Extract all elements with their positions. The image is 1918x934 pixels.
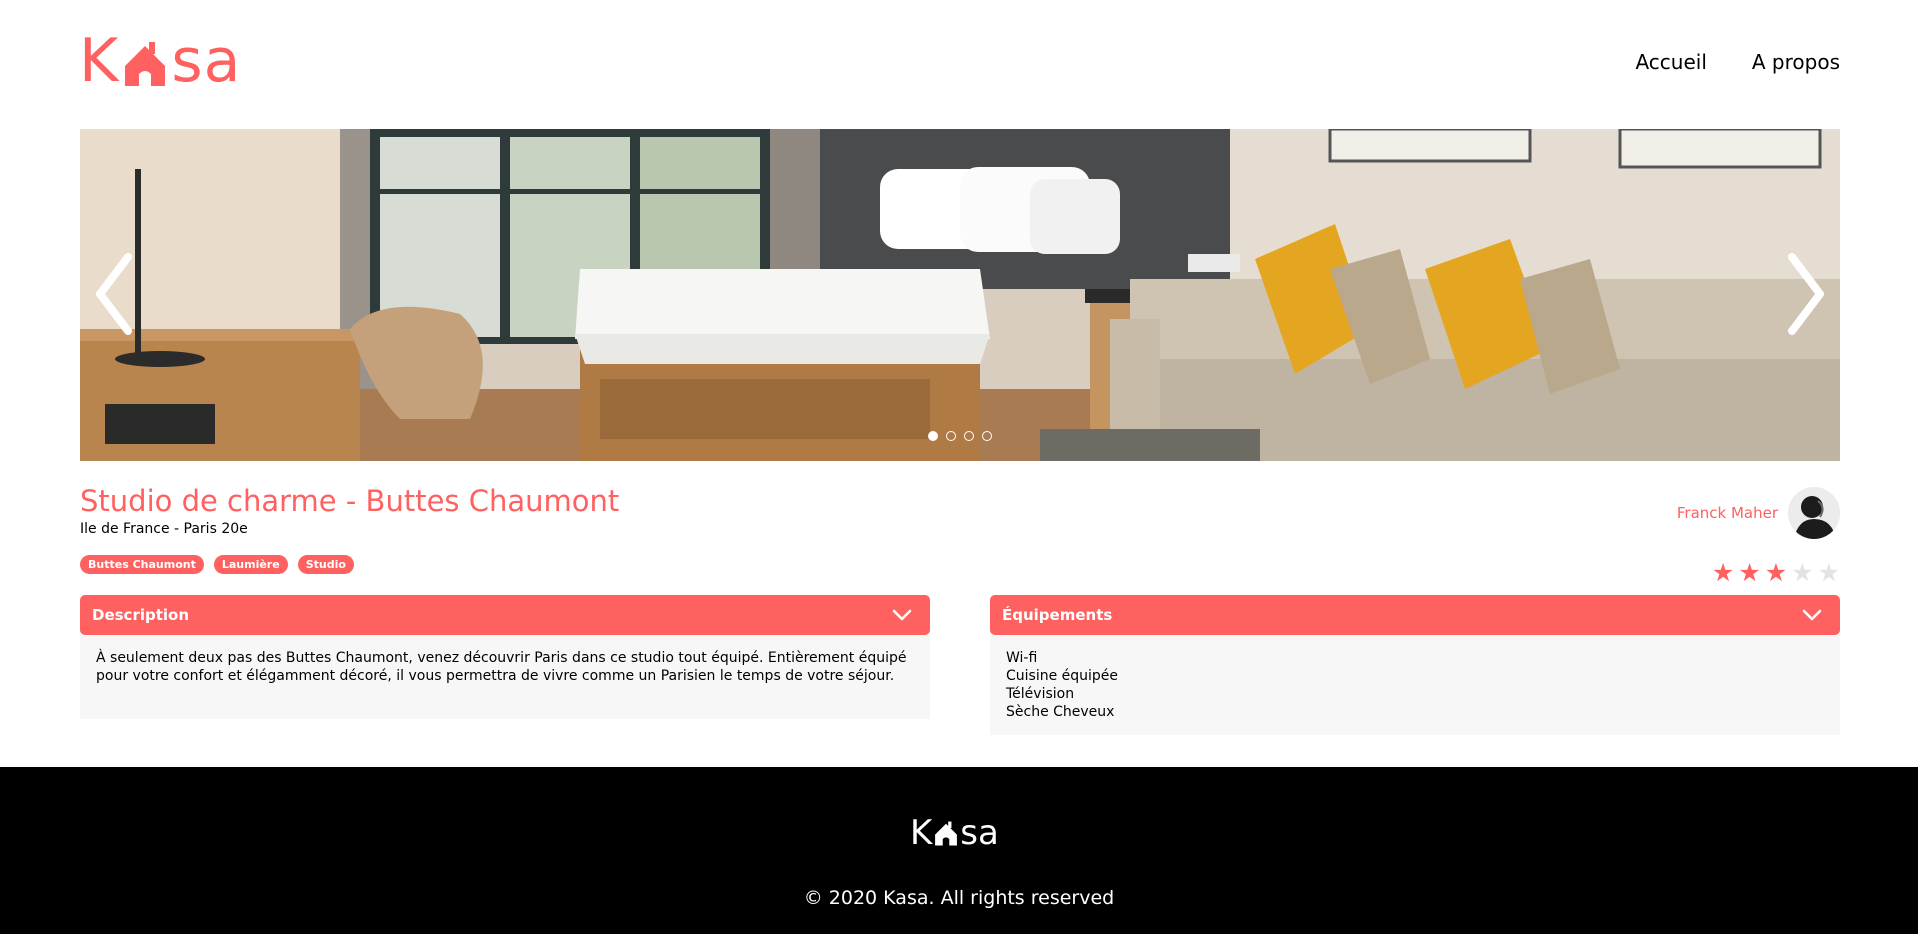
chevron-down-icon[interactable]: [892, 609, 912, 621]
apartment-photo: [80, 129, 1840, 461]
chevron-down-icon[interactable]: [1802, 609, 1822, 621]
carousel-dot[interactable]: [946, 431, 956, 441]
star-icon: ★: [1817, 558, 1840, 587]
footer-logo: K sa: [910, 813, 999, 853]
description-toggle[interactable]: Description: [80, 595, 930, 635]
host-name: Franck Maher: [1676, 504, 1778, 522]
carousel-dot[interactable]: [928, 431, 938, 441]
equipment-item: Wi-fi: [1006, 650, 1038, 666]
main-nav: Accueil A propos: [1635, 50, 1840, 74]
footer-logo-letter-k: K: [910, 813, 933, 853]
tag: Studio: [297, 555, 354, 574]
listing-title: Studio de charme - Buttes Chaumont: [80, 484, 620, 518]
photo-carousel: [80, 129, 1840, 461]
nav-link-accueil[interactable]: Accueil: [1635, 50, 1706, 74]
copyright-text: © 2020 Kasa. All rights reserved: [803, 887, 1115, 909]
tag: Laumière: [213, 555, 288, 574]
equipments-list: Wi-fi Cuisine équipée Télévision Sèche C…: [990, 635, 1840, 735]
kasa-logo[interactable]: K sa: [79, 26, 242, 96]
nav-link-a-propos[interactable]: A propos: [1752, 50, 1840, 74]
equipment-item: Cuisine équipée: [1006, 668, 1119, 684]
tag-list: Buttes Chaumont Laumière Studio: [80, 555, 354, 574]
equipment-item: Télévision: [1006, 686, 1075, 702]
carousel-dot[interactable]: [982, 431, 992, 441]
star-icon: ★: [1738, 558, 1761, 587]
star-icon: ★: [1764, 558, 1788, 587]
host-portrait: [1788, 487, 1840, 539]
carousel-dots: [928, 431, 992, 441]
description-collapse: Description À seulement deux pas des But…: [80, 595, 930, 719]
chevron-left-icon[interactable]: [88, 249, 138, 339]
rating-stars: ★ ★ ★ ★ ★: [1712, 560, 1840, 585]
star-icon: ★: [1791, 558, 1814, 587]
tag: Buttes Chaumont: [80, 555, 204, 574]
house-icon: [935, 821, 958, 846]
logo-letter-k: K: [79, 26, 120, 96]
carousel-dot[interactable]: [964, 431, 974, 441]
footer-logo-letters-sa: sa: [960, 813, 999, 853]
star-icon: ★: [1711, 558, 1735, 587]
equipment-item: Sèche Cheveux: [1006, 704, 1115, 720]
equipments-collapse: Équipements Wi-fi Cuisine équipée Télévi…: [990, 595, 1840, 735]
description-label: Description: [92, 606, 190, 624]
host-avatar: [1788, 487, 1840, 539]
equipments-toggle[interactable]: Équipements: [990, 595, 1840, 635]
chevron-right-icon[interactable]: [1782, 249, 1832, 339]
description-text: À seulement deux pas des Buttes Chaumont…: [80, 635, 930, 719]
host-info: Franck Maher: [1677, 487, 1840, 539]
equipments-label: Équipements: [1002, 606, 1113, 624]
footer: K sa © 2020 Kasa. All rights reserved: [0, 767, 1918, 934]
listing-location: Ile de France - Paris 20e: [80, 521, 248, 537]
header: K sa Accueil A propos: [0, 0, 1918, 128]
house-icon: [125, 42, 166, 86]
logo-letters-sa: sa: [171, 26, 242, 96]
